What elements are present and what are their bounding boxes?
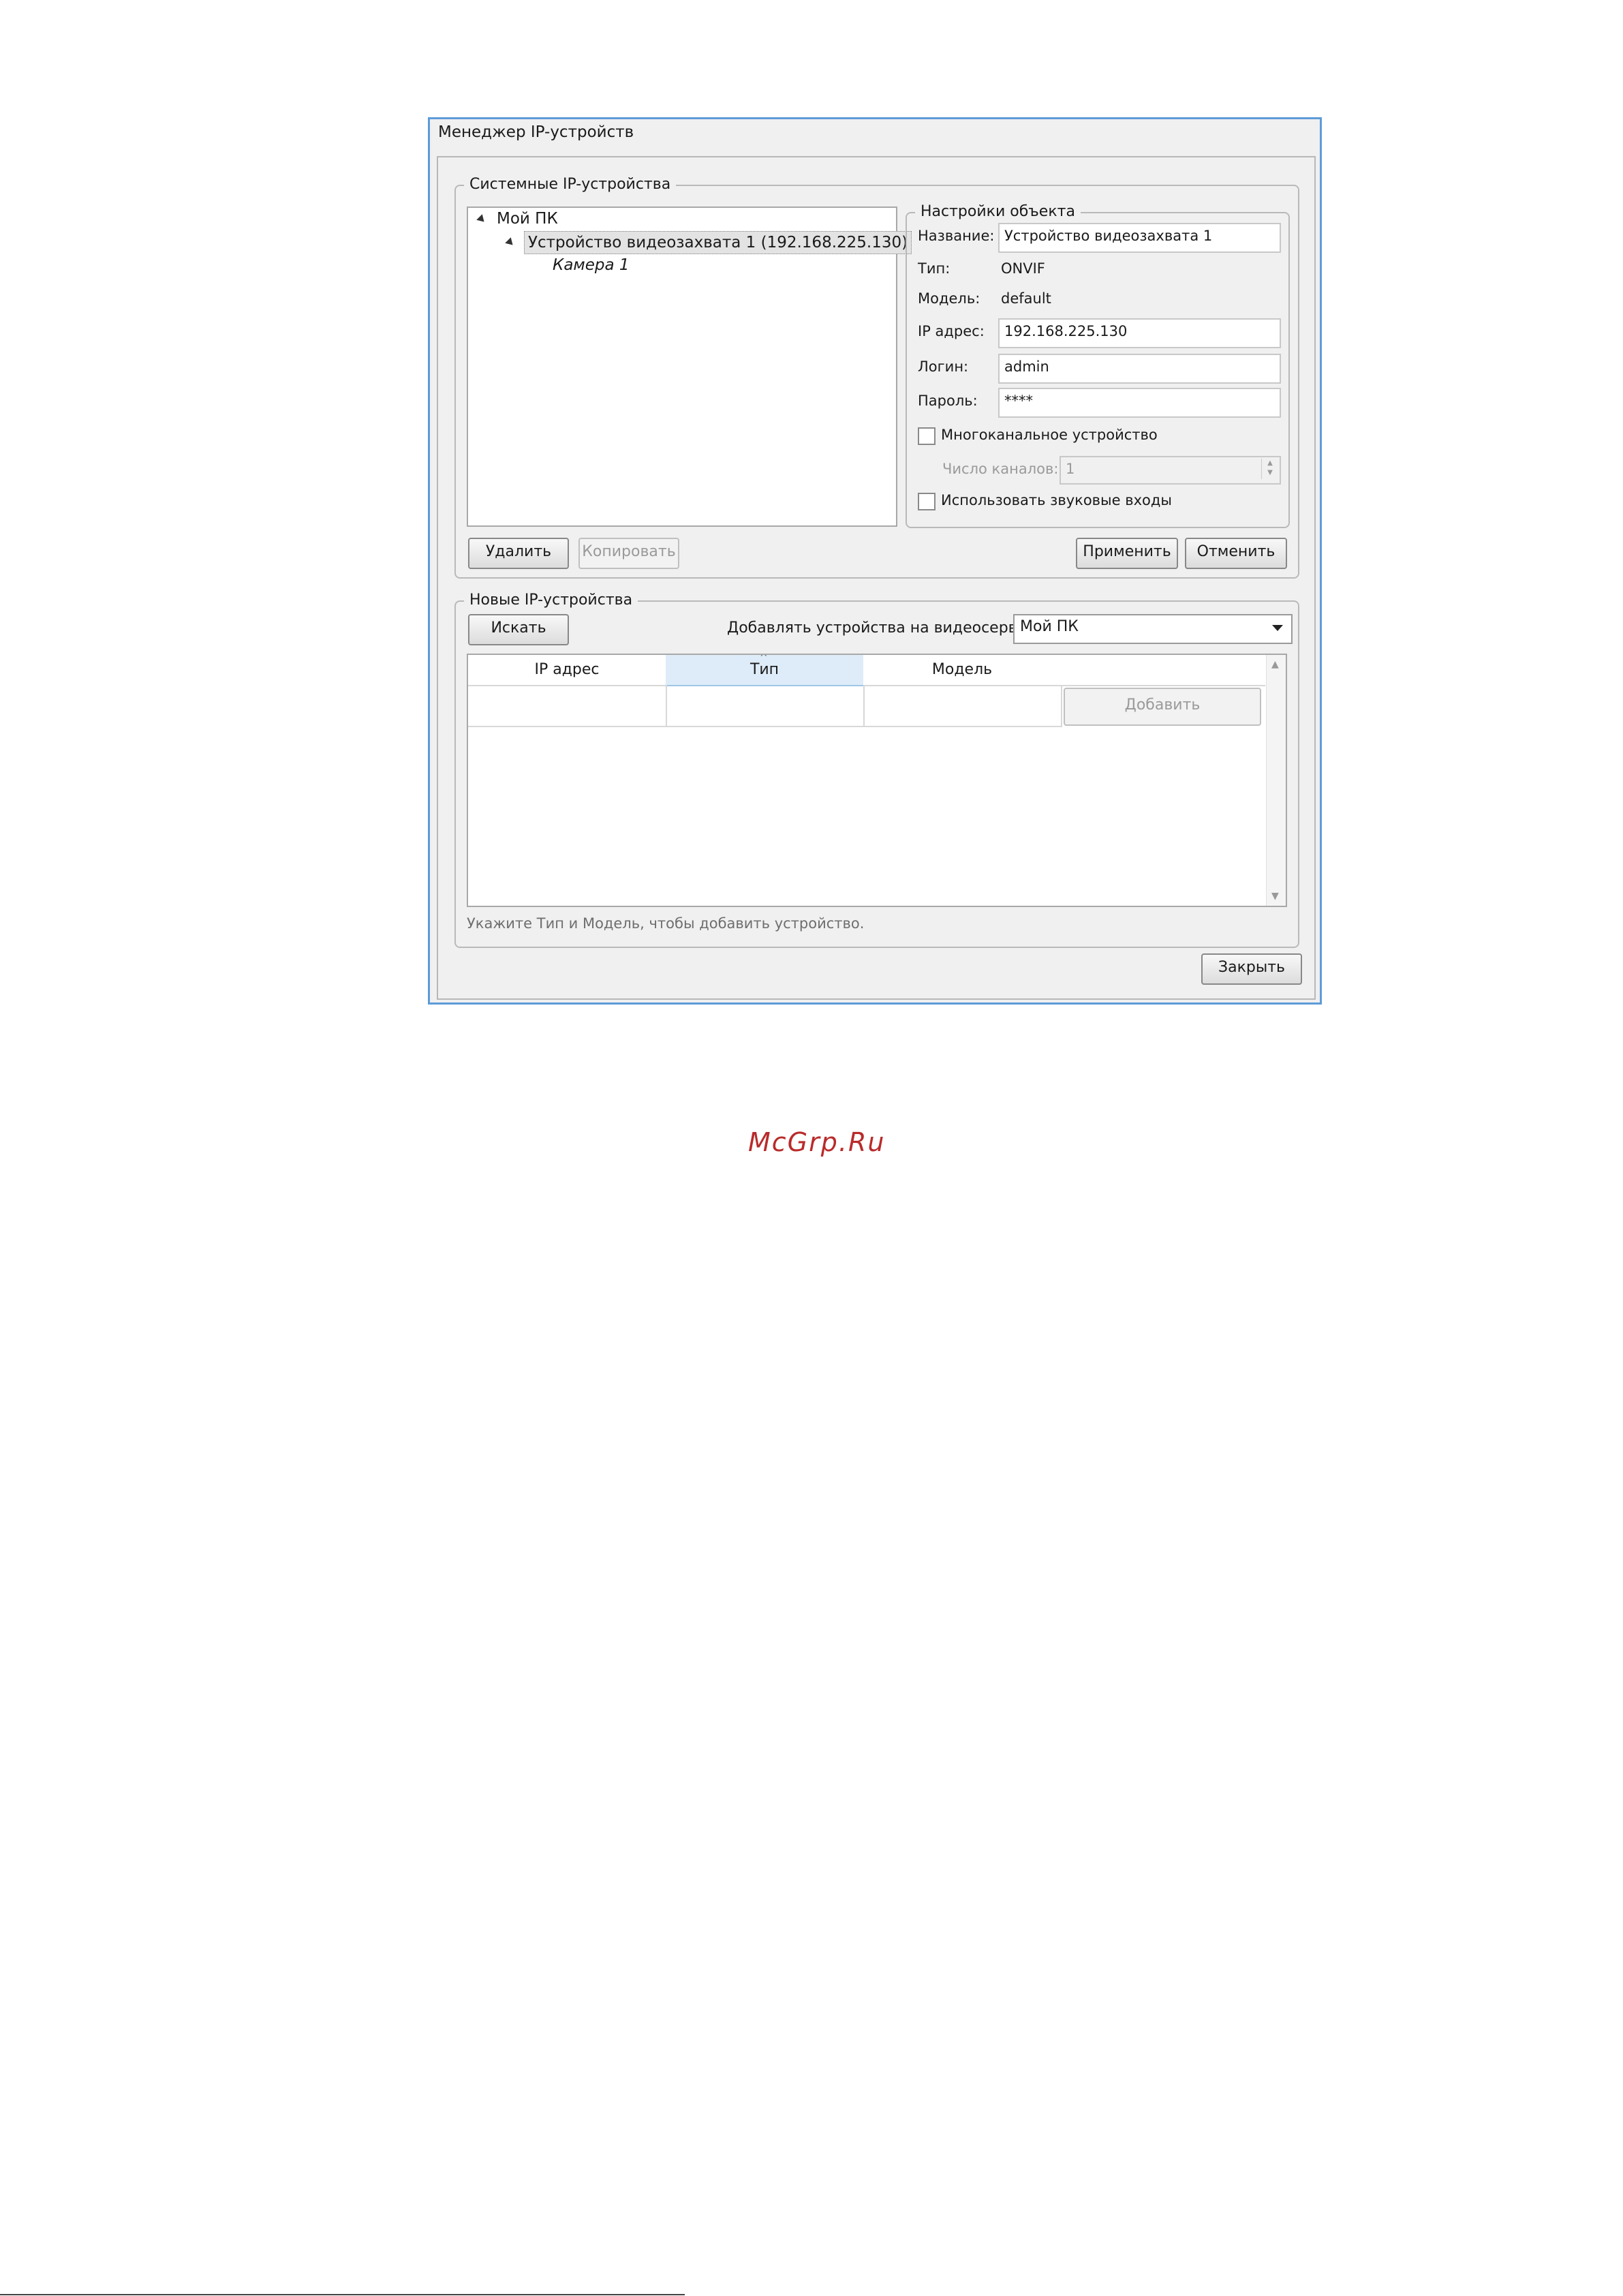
tree-item-camera[interactable]: Камера 1	[553, 254, 630, 276]
search-button[interactable]: Искать	[468, 614, 569, 645]
apply-button[interactable]: Применить	[1076, 538, 1178, 569]
system-devices-group: Системные IP-устройства Мой ПК Устройств…	[454, 175, 1299, 579]
ip-address-field[interactable]: 192.168.225.130	[998, 318, 1281, 348]
copy-button[interactable]: Копировать	[578, 538, 679, 569]
object-settings-legend: Настройки объекта	[915, 202, 1081, 221]
model-label: Модель:	[918, 290, 980, 307]
chevron-down-icon	[1272, 625, 1283, 631]
tree-item-capture-device[interactable]: Устройство видеозахвата 1 (192.168.225.1…	[524, 231, 912, 254]
spin-arrows-icon[interactable]: ▲ ▼	[1261, 459, 1278, 479]
add-to-server-label: Добавлять устройства на видеосервер:	[727, 619, 1041, 637]
login-field[interactable]: admin	[998, 354, 1281, 384]
channels-label: Число каналов:	[942, 461, 1059, 477]
login-label: Логин:	[918, 358, 969, 375]
object-settings-group: Настройки объекта Название: Устройство в…	[906, 202, 1290, 528]
column-header-ip[interactable]: IP адрес	[468, 655, 667, 686]
channels-value: 1	[1066, 461, 1075, 477]
device-tree[interactable]: Мой ПК Устройство видеозахвата 1 (192.16…	[467, 206, 912, 527]
sort-ascending-icon: ^	[760, 654, 768, 663]
ip-device-manager-window: Менеджер IP-устройств Системные IP-устро…	[428, 117, 1322, 1005]
expand-arrow-icon[interactable]	[476, 214, 487, 225]
channels-spinbox[interactable]: 1 ▲ ▼	[1060, 456, 1281, 485]
table-cell-ip[interactable]	[468, 685, 667, 727]
password-label: Пароль:	[918, 393, 978, 409]
name-label: Название:	[918, 228, 995, 244]
type-label: Тип:	[918, 260, 950, 277]
type-value: ONVIF	[1001, 260, 1045, 277]
multichannel-label: Многоканальное устройство	[941, 427, 1158, 443]
tree-item-my-pc[interactable]: Мой ПК	[497, 208, 558, 230]
window-title: Менеджер IP-устройств	[438, 123, 634, 141]
expand-arrow-icon[interactable]	[505, 237, 516, 248]
watermark-text: McGrp.Ru	[748, 1127, 886, 1157]
delete-button[interactable]: Удалить	[468, 538, 569, 569]
name-field[interactable]: Устройство видеозахвата 1	[998, 223, 1281, 253]
add-device-hint: Укажите Тип и Модель, чтобы добавить уст…	[467, 915, 865, 932]
audio-inputs-label: Использовать звуковые входы	[941, 492, 1172, 508]
table-cell-model[interactable]	[863, 685, 1062, 727]
footer-divider	[0, 2294, 685, 2295]
password-field[interactable]: ****	[998, 388, 1281, 418]
add-device-button[interactable]: Добавить	[1064, 688, 1261, 726]
column-header-type[interactable]: ^ Тип	[666, 655, 865, 686]
scroll-up-icon[interactable]: ▲	[1271, 659, 1279, 670]
column-header-model[interactable]: Модель	[863, 655, 1062, 686]
multichannel-checkbox[interactable]	[918, 427, 936, 445]
dialog-panel: Системные IP-устройства Мой ПК Устройств…	[437, 156, 1316, 1000]
system-devices-legend: Системные IP-устройства	[464, 175, 677, 194]
audio-inputs-checkbox[interactable]	[918, 493, 936, 510]
model-value: default	[1001, 290, 1051, 307]
table-cell-type[interactable]	[666, 685, 865, 727]
cancel-button[interactable]: Отменить	[1185, 538, 1287, 569]
new-devices-group: Новые IP-устройства Искать Добавлять уст…	[454, 591, 1299, 948]
close-button[interactable]: Закрыть	[1201, 953, 1302, 985]
video-server-value: Мой ПК	[1020, 618, 1079, 635]
column-header-action	[1061, 655, 1265, 686]
new-devices-legend: Новые IP-устройства	[464, 591, 638, 610]
new-devices-table: IP адрес ^ Тип Модель Добавить ▲ ▼	[467, 654, 1287, 907]
table-scrollbar[interactable]: ▲ ▼	[1266, 655, 1286, 906]
ip-label: IP адрес:	[918, 323, 985, 339]
scroll-down-icon[interactable]: ▼	[1271, 891, 1279, 902]
video-server-select[interactable]: Мой ПК	[1013, 614, 1293, 644]
